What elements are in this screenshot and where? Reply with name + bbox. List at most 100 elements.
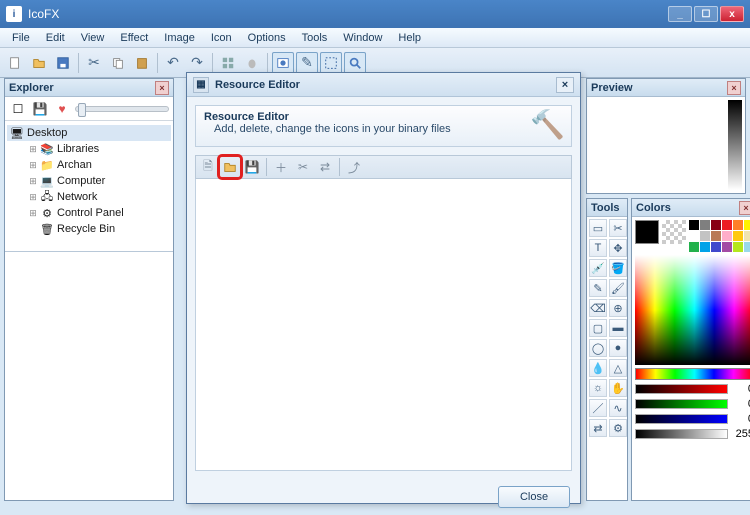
crop-icon[interactable]: ✂ — [609, 219, 627, 237]
rect-fill-icon[interactable]: ▬ — [609, 319, 627, 337]
tree-row[interactable]: ⊞⚙Control Panel — [25, 205, 171, 221]
window-maximize-button[interactable]: ☐ — [694, 6, 718, 22]
pencil-icon[interactable]: ✎ — [589, 279, 607, 297]
swap-colors-icon[interactable]: ⇄ — [589, 419, 607, 437]
window-close-button[interactable]: x — [720, 6, 744, 22]
menu-options[interactable]: Options — [240, 30, 294, 46]
menu-file[interactable]: File — [4, 30, 38, 46]
dodge-icon[interactable]: ☼ — [589, 379, 607, 397]
eraser-icon[interactable]: ⌫ — [589, 299, 607, 317]
res-replace-icon[interactable]: ⇄ — [315, 157, 335, 177]
colors-close-icon[interactable]: × — [739, 201, 750, 215]
dialog-close-icon[interactable]: × — [556, 77, 574, 93]
cut-icon[interactable]: ✂ — [83, 52, 105, 74]
palette-swatch[interactable] — [722, 242, 732, 252]
new-icon[interactable] — [4, 52, 26, 74]
menu-edit[interactable]: Edit — [38, 30, 73, 46]
alpha-slider[interactable]: 255 — [635, 428, 750, 440]
paste-icon[interactable] — [131, 52, 153, 74]
palette-swatch[interactable] — [689, 231, 699, 241]
move-tool-icon[interactable]: ✥ — [609, 239, 627, 257]
palette-swatch[interactable] — [733, 242, 743, 252]
menu-view[interactable]: View — [73, 30, 113, 46]
undo-icon[interactable]: ↶ — [162, 52, 184, 74]
palette-swatch[interactable] — [722, 220, 732, 230]
menu-image[interactable]: Image — [156, 30, 203, 46]
zoom-slider[interactable] — [75, 106, 169, 112]
capture-icon[interactable] — [272, 52, 294, 74]
palette-swatch[interactable] — [711, 231, 721, 241]
menu-tools[interactable]: Tools — [294, 30, 336, 46]
tree-row[interactable]: 🗑Recycle Bin — [25, 221, 171, 237]
pencil-tool-icon[interactable]: ✎ — [296, 52, 318, 74]
green-slider[interactable]: 0 — [635, 398, 750, 410]
select-rect-icon[interactable]: ▭ — [589, 219, 607, 237]
palette-swatch[interactable] — [689, 242, 699, 252]
bg-color-swatch[interactable] — [662, 220, 686, 244]
tree-row[interactable]: ⊞📚Libraries — [25, 141, 171, 157]
red-slider[interactable]: 0 — [635, 383, 750, 395]
apple-icon[interactable] — [241, 52, 263, 74]
settings-icon[interactable]: ⚙ — [609, 419, 627, 437]
res-save-icon[interactable]: 💾 — [242, 157, 262, 177]
fg-color-swatch[interactable] — [635, 220, 659, 244]
selection-tool-icon[interactable] — [320, 52, 342, 74]
ellipse-fill-icon[interactable]: ● — [609, 339, 627, 357]
open-icon[interactable] — [28, 52, 50, 74]
res-export-icon[interactable]: ⤴ — [344, 157, 364, 177]
palette-swatch[interactable] — [700, 220, 710, 230]
palette-swatch[interactable] — [700, 231, 710, 241]
palette-swatch[interactable] — [700, 242, 710, 252]
blur-icon[interactable]: 💧 — [589, 359, 607, 377]
windows-icon[interactable] — [217, 52, 239, 74]
explorer-close-icon[interactable]: × — [155, 81, 169, 95]
save-icon[interactable] — [52, 52, 74, 74]
bucket-icon[interactable]: 🪣 — [609, 259, 627, 277]
palette-swatch[interactable] — [744, 242, 750, 252]
view-icons-icon[interactable]: ☐ — [9, 100, 27, 118]
tree-row-desktop[interactable]: 🖥 Desktop — [7, 125, 171, 141]
zoom-icon[interactable] — [344, 52, 366, 74]
menu-effect[interactable]: Effect — [112, 30, 156, 46]
palette-swatch[interactable] — [722, 231, 732, 241]
color-palette[interactable] — [689, 220, 750, 252]
rect-shape-icon[interactable]: ▢ — [589, 319, 607, 337]
explorer-tree[interactable]: 🖥 Desktop ⊞📚Libraries ⊞📁Archan ⊞💻Compute… — [5, 121, 173, 251]
res-open-icon[interactable] — [220, 157, 240, 177]
redo-icon[interactable]: ↷ — [186, 52, 208, 74]
menu-window[interactable]: Window — [335, 30, 390, 46]
value-gradient[interactable] — [728, 100, 742, 190]
text-tool-icon[interactable]: T — [589, 239, 607, 257]
eyedropper-icon[interactable]: 💉 — [589, 259, 607, 277]
clone-icon[interactable]: ⊕ — [609, 299, 627, 317]
window-minimize-button[interactable]: _ — [668, 6, 692, 22]
palette-swatch[interactable] — [711, 242, 721, 252]
tree-row[interactable]: ⊞🖧Network — [25, 189, 171, 205]
sharpen-icon[interactable]: △ — [609, 359, 627, 377]
copy-icon[interactable] — [107, 52, 129, 74]
palette-swatch[interactable] — [744, 231, 750, 241]
brush-icon[interactable]: 🖌 — [609, 279, 627, 297]
palette-swatch[interactable] — [689, 220, 699, 230]
preview-close-icon[interactable]: × — [727, 81, 741, 95]
res-new-icon[interactable]: 🗎 — [198, 157, 218, 177]
save-fav-icon[interactable]: 💾 — [31, 100, 49, 118]
favorite-icon[interactable]: ♥ — [53, 100, 71, 118]
menu-help[interactable]: Help — [390, 30, 429, 46]
menu-icon[interactable]: Icon — [203, 30, 240, 46]
dialog-titlebar[interactable]: ▦ Resource Editor × — [187, 73, 580, 97]
tree-row[interactable]: ⊞📁Archan — [25, 157, 171, 173]
dialog-listview[interactable] — [195, 179, 572, 471]
blue-slider[interactable]: 0 — [635, 413, 750, 425]
res-add-icon[interactable]: ＋ — [271, 157, 291, 177]
color-spectrum[interactable] — [635, 255, 750, 365]
palette-swatch[interactable] — [711, 220, 721, 230]
res-delete-icon[interactable]: ✂ — [293, 157, 313, 177]
line-icon[interactable]: ／ — [589, 399, 607, 417]
ellipse-icon[interactable]: ◯ — [589, 339, 607, 357]
curve-icon[interactable]: ∿ — [609, 399, 627, 417]
burn-icon[interactable]: ✋ — [609, 379, 627, 397]
palette-swatch[interactable] — [733, 220, 743, 230]
palette-swatch[interactable] — [744, 220, 750, 230]
palette-swatch[interactable] — [733, 231, 743, 241]
